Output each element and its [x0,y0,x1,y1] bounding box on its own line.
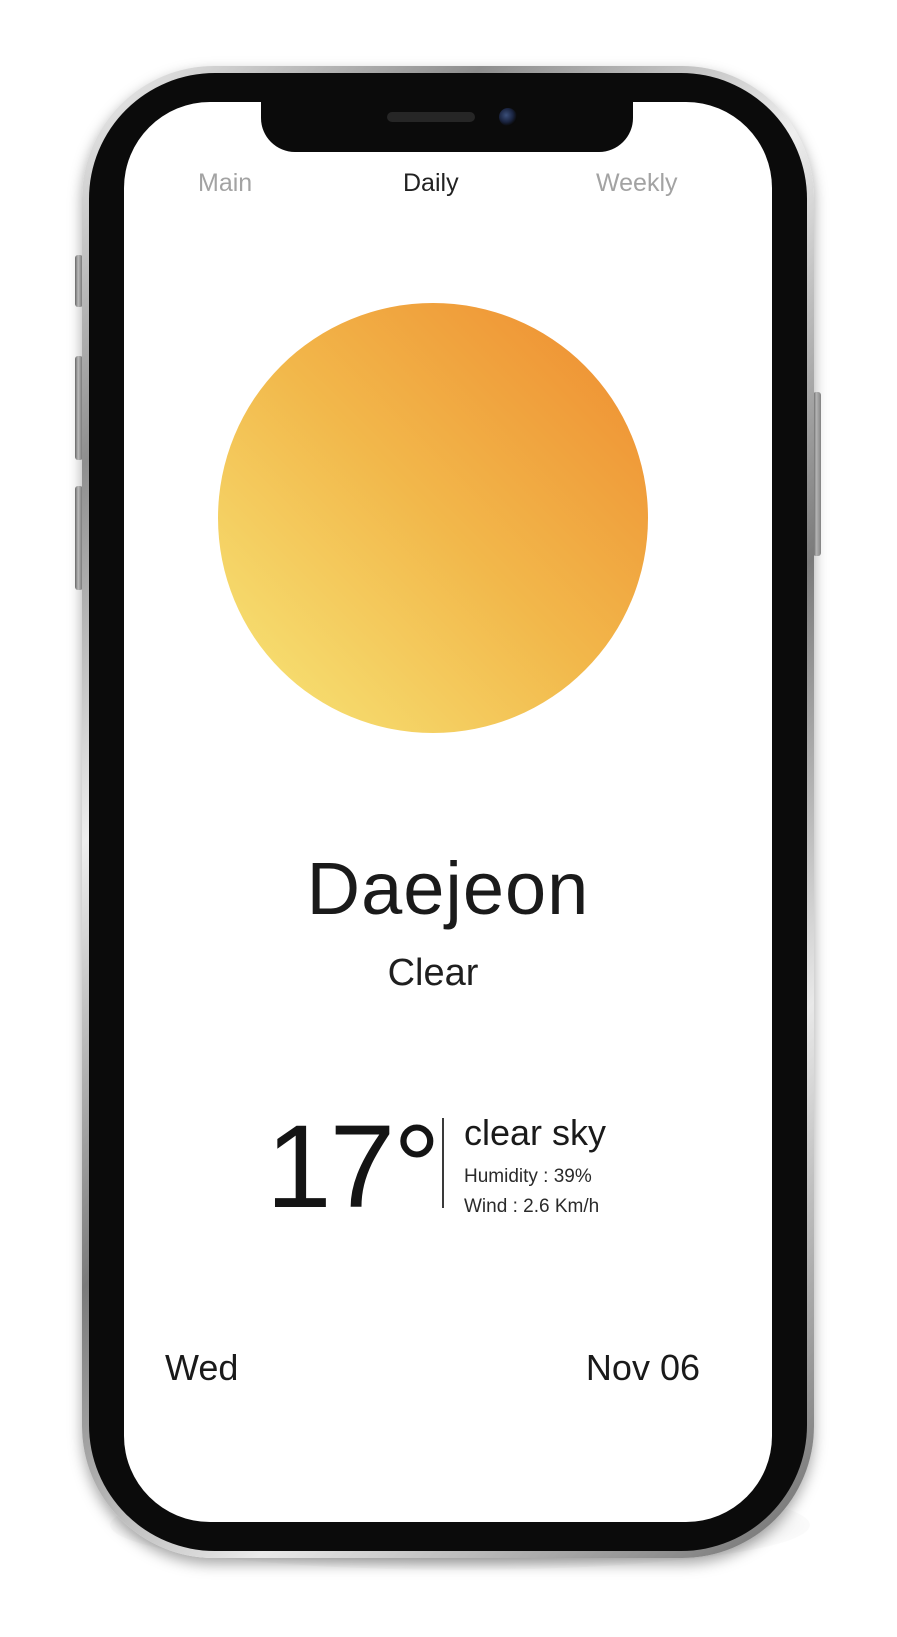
temperature-divider [442,1118,444,1208]
city-name: Daejeon [306,847,590,930]
mockup-stage: Main Daily Weekly Daejeon Clear 17° clea… [0,0,897,1637]
weekday-label: Wed [165,1347,239,1388]
wind-value: Wind : 2.6 Km/h [464,1196,600,1217]
tab-weekly[interactable]: Weekly [596,168,678,198]
date-label: Nov 06 [585,1347,700,1388]
temperature-value: 17° [266,1101,440,1233]
app-screen: Main Daily Weekly Daejeon Clear 17° clea… [124,102,772,1522]
speaker-grille [387,112,475,122]
power-button [813,392,821,556]
weather-condition: Clear [387,952,479,994]
humidity-value: Humidity : 39% [464,1166,592,1187]
front-camera [499,108,517,126]
tab-daily[interactable]: Daily [403,168,459,198]
weather-description: clear sky [464,1112,607,1153]
tab-main[interactable]: Main [198,168,252,198]
phone-notch [261,90,633,152]
sun-icon [218,303,648,733]
